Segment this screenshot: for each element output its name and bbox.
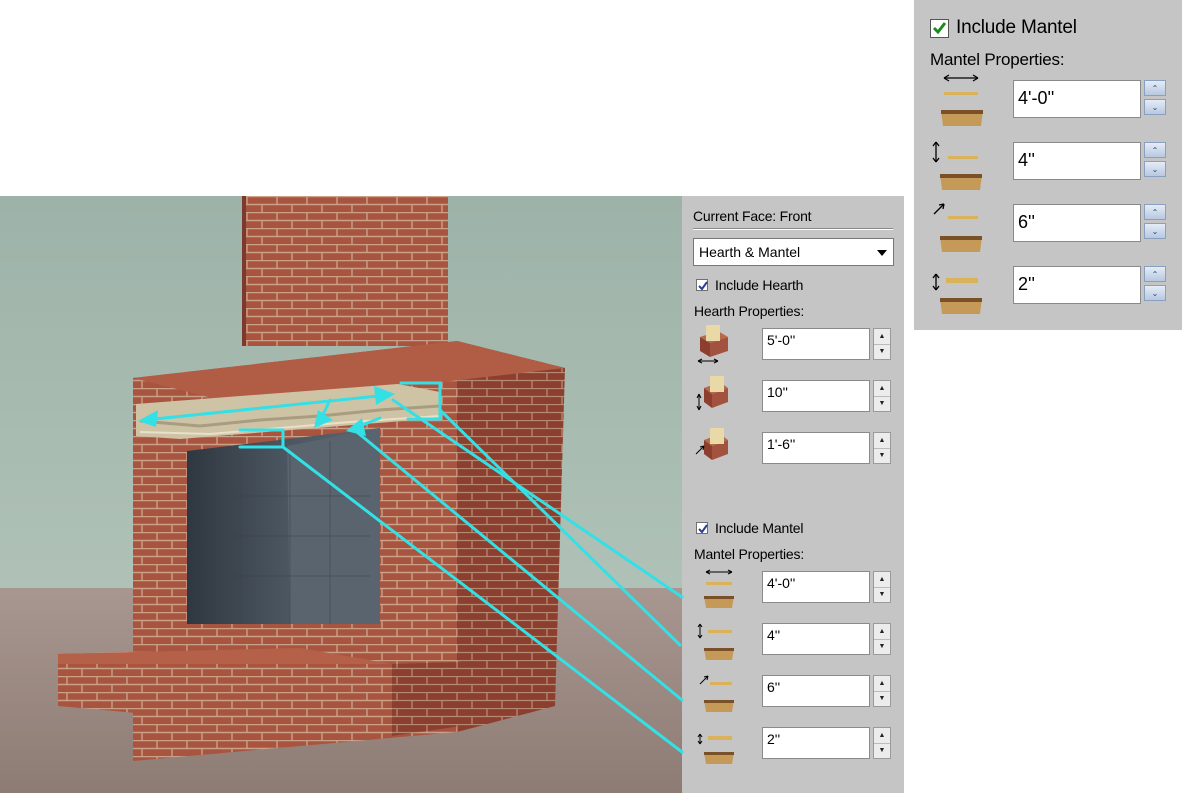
hearth-depth-icon [694,426,732,471]
checkmark-icon [698,524,708,534]
spin-down-icon[interactable]: ▼ [874,396,890,411]
mantel-depth-spinner[interactable]: ▲ ▼ [873,675,891,707]
spin-down-icon[interactable]: ▼ [874,743,890,758]
hearth-depth-value: 1'-6'' [767,436,796,452]
mantel-depth-icon [696,672,738,717]
spin-up-icon[interactable]: ▲ [874,624,890,640]
hearth-width-spinner[interactable]: ▲ ▼ [873,328,891,360]
spin-down-icon[interactable]: ▼ [874,587,890,602]
spin-up-icon[interactable]: ▲ [874,329,890,345]
divider [693,228,893,229]
hearth-width-icon [696,323,732,368]
mantel-depth-field[interactable]: 6'' [1013,204,1141,242]
mantel-depth-value: 6'' [1018,212,1035,232]
spin-down-icon[interactable]: ▼ [874,691,890,706]
properties-panel: Current Face: Front Hearth & Mantel Incl… [682,196,904,793]
checkmark-icon [932,22,947,35]
hearth-height-spinner[interactable]: ▲ ▼ [873,380,891,412]
divider [693,229,893,230]
hearth-width-field[interactable]: 5'-0'' [762,328,870,360]
include-mantel-label: Include Mantel [715,520,804,536]
mantel-thickness-value: 2'' [1018,274,1035,294]
mantel-thickness-icon [930,260,986,321]
spin-up-icon[interactable]: ⌃ [1144,266,1166,282]
mantel-height-value: 4'' [1018,150,1035,170]
mantel-thickness-field[interactable]: 2'' [1013,266,1141,304]
include-hearth-label: Include Hearth [715,277,804,293]
mantel-height-icon [930,136,986,197]
face-type-dropdown[interactable]: Hearth & Mantel [693,238,894,266]
mantel-width-value: 4'-0'' [1018,88,1055,108]
spin-up-icon[interactable]: ▲ [874,433,890,449]
checkmark-icon [698,281,708,291]
hearth-width-value: 5'-0'' [767,332,796,348]
spin-down-icon[interactable]: ▼ [874,639,890,654]
spin-up-icon[interactable]: ⌃ [1144,204,1166,220]
mantel-width-spinner[interactable]: ▲ ▼ [873,571,891,603]
mantel-thickness-spinner[interactable]: ▲ ▼ [873,727,891,759]
mantel-thickness-value: 2'' [767,731,781,747]
mantel-width-icon [702,568,738,613]
mantel-depth-value: 6'' [767,679,781,695]
mantel-height-field[interactable]: 4'' [1013,142,1141,180]
include-mantel-checkbox[interactable] [930,19,949,38]
spin-down-icon[interactable]: ⌄ [1144,285,1166,301]
mantel-thickness-spinner[interactable]: ⌃ ⌄ [1144,266,1168,304]
mantel-height-icon [696,620,738,665]
mantel-depth-field[interactable]: 6'' [762,675,870,707]
hearth-depth-field[interactable]: 1'-6'' [762,432,870,464]
mantel-width-spinner[interactable]: ⌃ ⌄ [1144,80,1168,118]
mantel-thickness-icon [696,724,738,769]
spin-down-icon[interactable]: ▼ [874,344,890,359]
mantel-depth-icon [930,198,986,259]
hearth-depth-spinner[interactable]: ▲ ▼ [873,432,891,464]
face-type-value: Hearth & Mantel [699,244,801,260]
spin-up-icon[interactable]: ▲ [874,381,890,397]
hearth-height-field[interactable]: 10'' [762,380,870,412]
hearth-properties-label: Hearth Properties: [694,303,805,319]
mantel-width-icon [938,72,986,133]
mantel-width-field[interactable]: 4'-0'' [762,571,870,603]
mantel-height-value: 4'' [767,627,781,643]
mantel-height-spinner[interactable]: ▲ ▼ [873,623,891,655]
spin-up-icon[interactable]: ⌃ [1144,80,1166,96]
spin-down-icon[interactable]: ⌄ [1144,99,1166,115]
mantel-width-value: 4'-0'' [767,575,796,591]
fireplace-3d-view [0,196,682,793]
chevron-down-icon[interactable] [877,250,887,256]
include-hearth-checkbox[interactable] [696,279,708,291]
spin-up-icon[interactable]: ▲ [874,676,890,692]
hearth-height-icon [696,374,732,419]
mantel-height-spinner[interactable]: ⌃ ⌄ [1144,142,1168,180]
spin-up-icon[interactable]: ⌃ [1144,142,1166,158]
mantel-properties-label: Mantel Properties: [694,546,805,562]
mantel-depth-spinner[interactable]: ⌃ ⌄ [1144,204,1168,242]
mantel-width-field[interactable]: 4'-0'' [1013,80,1141,118]
include-mantel-checkbox[interactable] [696,522,708,534]
include-mantel-label: Include Mantel [956,17,1077,38]
hearth-height-value: 10'' [767,384,788,400]
spin-up-icon[interactable]: ▲ [874,572,890,588]
mantel-properties-label: Mantel Properties: [930,50,1065,69]
spin-down-icon[interactable]: ⌄ [1144,223,1166,239]
spin-down-icon[interactable]: ▼ [874,448,890,463]
spin-up-icon[interactable]: ▲ [874,728,890,744]
zoomed-mantel-panel: Include Mantel Mantel Properties: 4'-0''… [914,0,1182,330]
mantel-height-field[interactable]: 4'' [762,623,870,655]
current-face-label: Current Face: Front [693,208,812,224]
mantel-thickness-field[interactable]: 2'' [762,727,870,759]
spin-down-icon[interactable]: ⌄ [1144,161,1166,177]
